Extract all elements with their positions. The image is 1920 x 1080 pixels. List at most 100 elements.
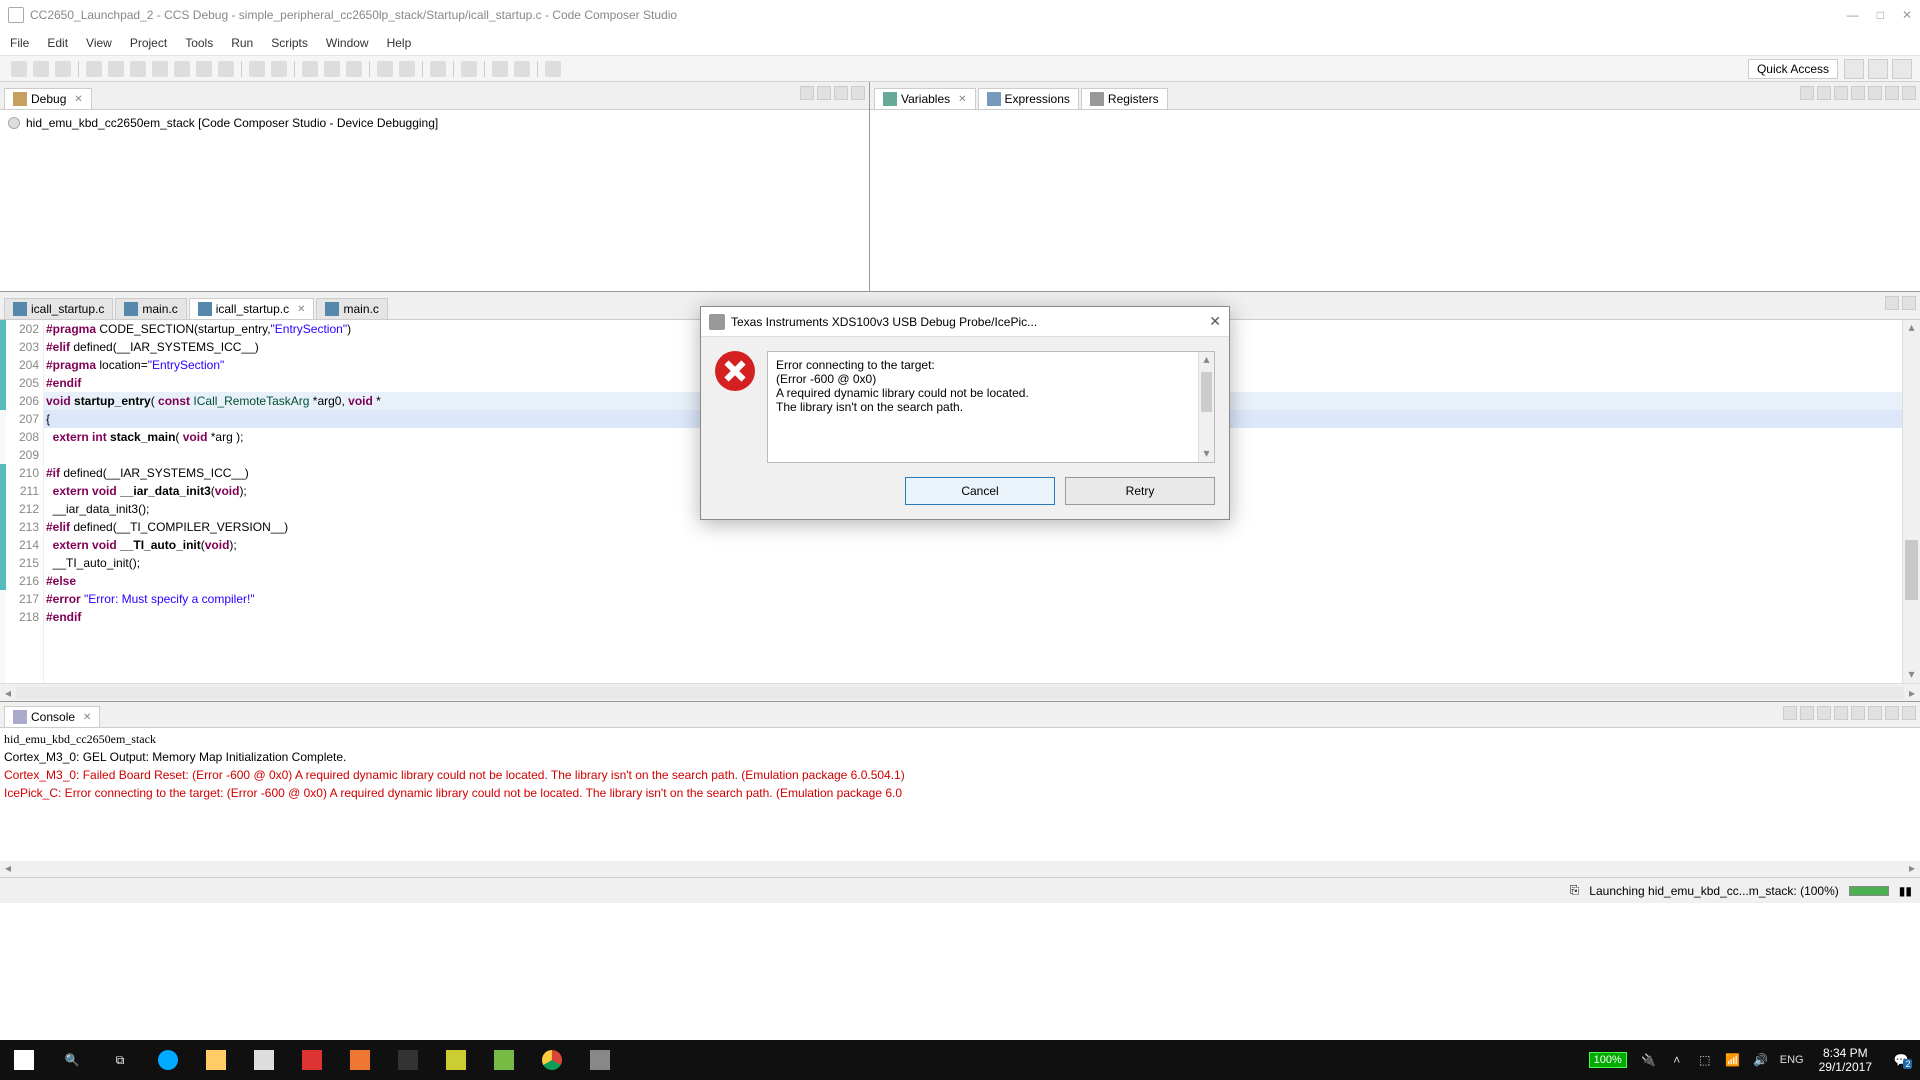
toolbar-resume-icon[interactable]: [108, 61, 124, 77]
toolbar-globe-icon[interactable]: [377, 61, 393, 77]
scroll-track[interactable]: [16, 687, 1904, 699]
start-button[interactable]: [0, 1040, 48, 1080]
toolbar-debug-icon[interactable]: [86, 61, 102, 77]
status-stop-icon[interactable]: ▮▮: [1899, 884, 1912, 898]
ccs-icon[interactable]: [576, 1040, 624, 1080]
toolbar-fwd-icon[interactable]: [514, 61, 530, 77]
toolbar-target-icon[interactable]: [399, 61, 415, 77]
toolbar-restart-icon[interactable]: [249, 61, 265, 77]
scroll-up-icon[interactable]: ▴: [1903, 320, 1920, 336]
explorer-icon[interactable]: [192, 1040, 240, 1080]
power-icon[interactable]: 🔌: [1640, 1051, 1658, 1069]
language-indicator[interactable]: ENG: [1780, 1051, 1804, 1069]
console-toolbar-icon[interactable]: [1834, 706, 1848, 720]
toolbar-step-out-icon[interactable]: [218, 61, 234, 77]
edge-icon[interactable]: [144, 1040, 192, 1080]
toolbar-search-icon[interactable]: [461, 61, 477, 77]
editor-vscroll[interactable]: ▴ ▾: [1902, 320, 1920, 683]
battery-indicator[interactable]: 100%: [1589, 1052, 1627, 1068]
error-message-box[interactable]: Error connecting to the target: (Error -…: [767, 351, 1215, 463]
wifi-icon[interactable]: 📶: [1724, 1051, 1742, 1069]
editor-tab[interactable]: main.c: [115, 298, 186, 319]
search-icon[interactable]: 🔍: [48, 1040, 96, 1080]
console-toolbar-icon[interactable]: [1868, 706, 1882, 720]
toolbar-graph-icon[interactable]: [346, 61, 362, 77]
quick-access-input[interactable]: Quick Access: [1748, 59, 1838, 79]
retry-button[interactable]: Retry: [1065, 477, 1215, 505]
app-icon-yellow[interactable]: [432, 1040, 480, 1080]
menu-file[interactable]: File: [10, 36, 29, 50]
toolbar-pause-icon[interactable]: [130, 61, 146, 77]
menu-window[interactable]: Window: [326, 36, 369, 50]
chrome-icon[interactable]: [528, 1040, 576, 1080]
debug-session-item[interactable]: hid_emu_kbd_cc2650em_stack [Code Compose…: [8, 114, 861, 132]
minimize-icon[interactable]: [1885, 706, 1899, 720]
close-icon[interactable]: ✕: [74, 94, 82, 105]
scroll-up-icon[interactable]: ▴: [1199, 352, 1214, 368]
view-toolbar-icon[interactable]: [1834, 86, 1848, 100]
menu-scripts[interactable]: Scripts: [271, 36, 308, 50]
toolbar-save-icon[interactable]: [33, 61, 49, 77]
store-icon[interactable]: [240, 1040, 288, 1080]
minimize-icon[interactable]: [1885, 86, 1899, 100]
dialog-title-bar[interactable]: Texas Instruments XDS100v3 USB Debug Pro…: [701, 307, 1229, 337]
scroll-thumb[interactable]: [1201, 372, 1212, 412]
minimize-icon[interactable]: [1885, 296, 1899, 310]
close-icon[interactable]: ✕: [297, 304, 305, 315]
toolbar-gear-icon[interactable]: [430, 61, 446, 77]
console-toolbar-icon[interactable]: [1851, 706, 1865, 720]
calculator-icon[interactable]: [384, 1040, 432, 1080]
tab-registers[interactable]: Registers: [1081, 88, 1168, 109]
tree-collapse-icon[interactable]: [817, 86, 831, 100]
menu-run[interactable]: Run: [231, 36, 253, 50]
cancel-button[interactable]: Cancel: [905, 477, 1055, 505]
volume-icon[interactable]: 🔊: [1752, 1051, 1770, 1069]
toolbar-asm-icon[interactable]: [302, 61, 318, 77]
clock[interactable]: 8:34 PM 29/1/2017: [1809, 1046, 1882, 1074]
toolbar-build-icon[interactable]: [55, 61, 71, 77]
console-toolbar-icon[interactable]: [1800, 706, 1814, 720]
app-icon-red[interactable]: [288, 1040, 336, 1080]
toolbar-new-icon[interactable]: [11, 61, 27, 77]
notification-center-icon[interactable]: 💬2: [1882, 1040, 1920, 1080]
perspective-edit-icon[interactable]: [1892, 59, 1912, 79]
view-toolbar-icon[interactable]: [1817, 86, 1831, 100]
window-maximize-button[interactable]: □: [1877, 8, 1884, 22]
console-toolbar-icon[interactable]: [1783, 706, 1797, 720]
chevron-up-icon[interactable]: ˄: [1668, 1051, 1686, 1069]
toolbar-step-into-icon[interactable]: [174, 61, 190, 77]
scroll-left-icon[interactable]: ◂: [0, 686, 16, 700]
scroll-left-icon[interactable]: ◂: [0, 861, 16, 877]
toolbar-back-icon[interactable]: [492, 61, 508, 77]
menu-tools[interactable]: Tools: [185, 36, 213, 50]
editor-tab[interactable]: main.c: [316, 298, 387, 319]
maximize-icon[interactable]: [1902, 296, 1916, 310]
toolbar-reset-icon[interactable]: [271, 61, 287, 77]
maximize-icon[interactable]: [1902, 706, 1916, 720]
window-close-button[interactable]: ✕: [1902, 8, 1912, 22]
editor-tab[interactable]: icall_startup.c: [4, 298, 113, 319]
taskview-icon[interactable]: ⧉: [96, 1040, 144, 1080]
editor-hscroll[interactable]: ◂ ▸: [0, 683, 1920, 701]
perspective-ccs-icon[interactable]: [1844, 59, 1864, 79]
menu-help[interactable]: Help: [387, 36, 412, 50]
maximize-icon[interactable]: [851, 86, 865, 100]
view-menu-icon[interactable]: [1868, 86, 1882, 100]
view-menu-icon[interactable]: [800, 86, 814, 100]
menu-project[interactable]: Project: [130, 36, 167, 50]
console-output[interactable]: hid_emu_kbd_cc2650em_stackCortex_M3_0: G…: [0, 728, 1920, 861]
editor-tab[interactable]: icall_startup.c✕: [189, 298, 315, 319]
tab-console[interactable]: Console ✕: [4, 706, 100, 727]
dialog-close-button[interactable]: ✕: [1209, 313, 1221, 330]
tab-expressions[interactable]: Expressions: [978, 88, 1079, 109]
console-toolbar-icon[interactable]: [1817, 706, 1831, 720]
close-icon[interactable]: ✕: [83, 712, 91, 723]
toolbar-step-over-icon[interactable]: [196, 61, 212, 77]
maximize-icon[interactable]: [1902, 86, 1916, 100]
scroll-down-icon[interactable]: ▾: [1199, 446, 1214, 462]
window-minimize-button[interactable]: —: [1847, 8, 1859, 22]
network-icon[interactable]: ⬚: [1696, 1051, 1714, 1069]
scroll-thumb[interactable]: [1905, 540, 1918, 600]
console-hscroll[interactable]: ◂ ▸: [0, 861, 1920, 877]
scroll-right-icon[interactable]: ▸: [1904, 861, 1920, 877]
